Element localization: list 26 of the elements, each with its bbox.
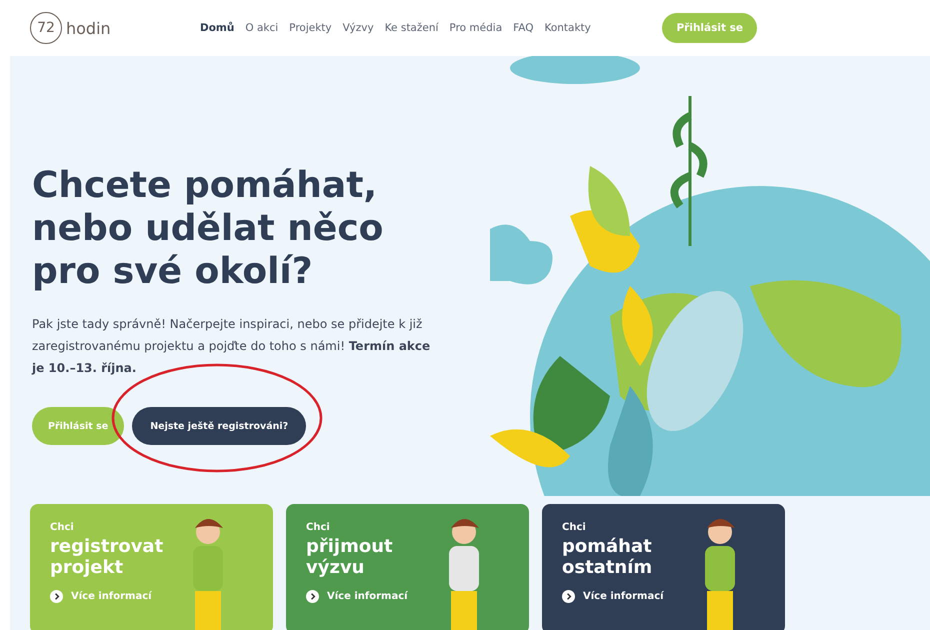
nav-link[interactable]: Projekty — [289, 22, 332, 34]
more-info-link[interactable]: Více informací — [306, 590, 509, 603]
nav-link[interactable]: Ke stažení — [384, 22, 438, 34]
chevron-circle-icon — [50, 590, 63, 603]
nav-link[interactable]: Domů — [200, 22, 234, 34]
card-title: přijmout výzvu — [306, 536, 394, 578]
logo-number[interactable]: 72 — [30, 12, 62, 44]
hero-heading: Chcete pomáhat, nebo udělat něco pro své okolí? — [32, 164, 384, 293]
nav-link[interactable]: FAQ — [513, 22, 534, 34]
card-title: pomáhat ostatním — [562, 536, 654, 578]
card-kicker: Chci — [306, 522, 331, 533]
card-title: registrovat projekt — [50, 536, 164, 578]
logo-word[interactable]: hodin — [66, 18, 111, 38]
card-kicker: Chci — [50, 522, 75, 533]
more-info-link[interactable]: Více informací — [562, 590, 765, 603]
action-card[interactable]: Chci přijmout výzvu Více informací — [286, 504, 529, 630]
nav-link[interactable]: O akci — [245, 22, 278, 34]
nav-link[interactable]: Kontakty — [544, 22, 591, 34]
chevron-circle-icon — [306, 590, 319, 603]
nav-link[interactable]: Pro média — [449, 22, 502, 34]
chevron-circle-icon — [562, 590, 575, 603]
hero-description: Pak jste tady správně! Načerpejte inspiraci, nebo se přidejte k již zaregistrovanému projektu a pojďte do toho s námi! Termín akce je 10.–13. října. — [32, 316, 432, 377]
register-button[interactable]: Nejste ještě registrováni? — [132, 407, 306, 445]
action-card[interactable]: Chci pomáhat ostatním Více informací — [542, 504, 785, 630]
card-kicker: Chci — [562, 522, 587, 533]
nav-link[interactable]: Výzvy — [342, 22, 374, 34]
